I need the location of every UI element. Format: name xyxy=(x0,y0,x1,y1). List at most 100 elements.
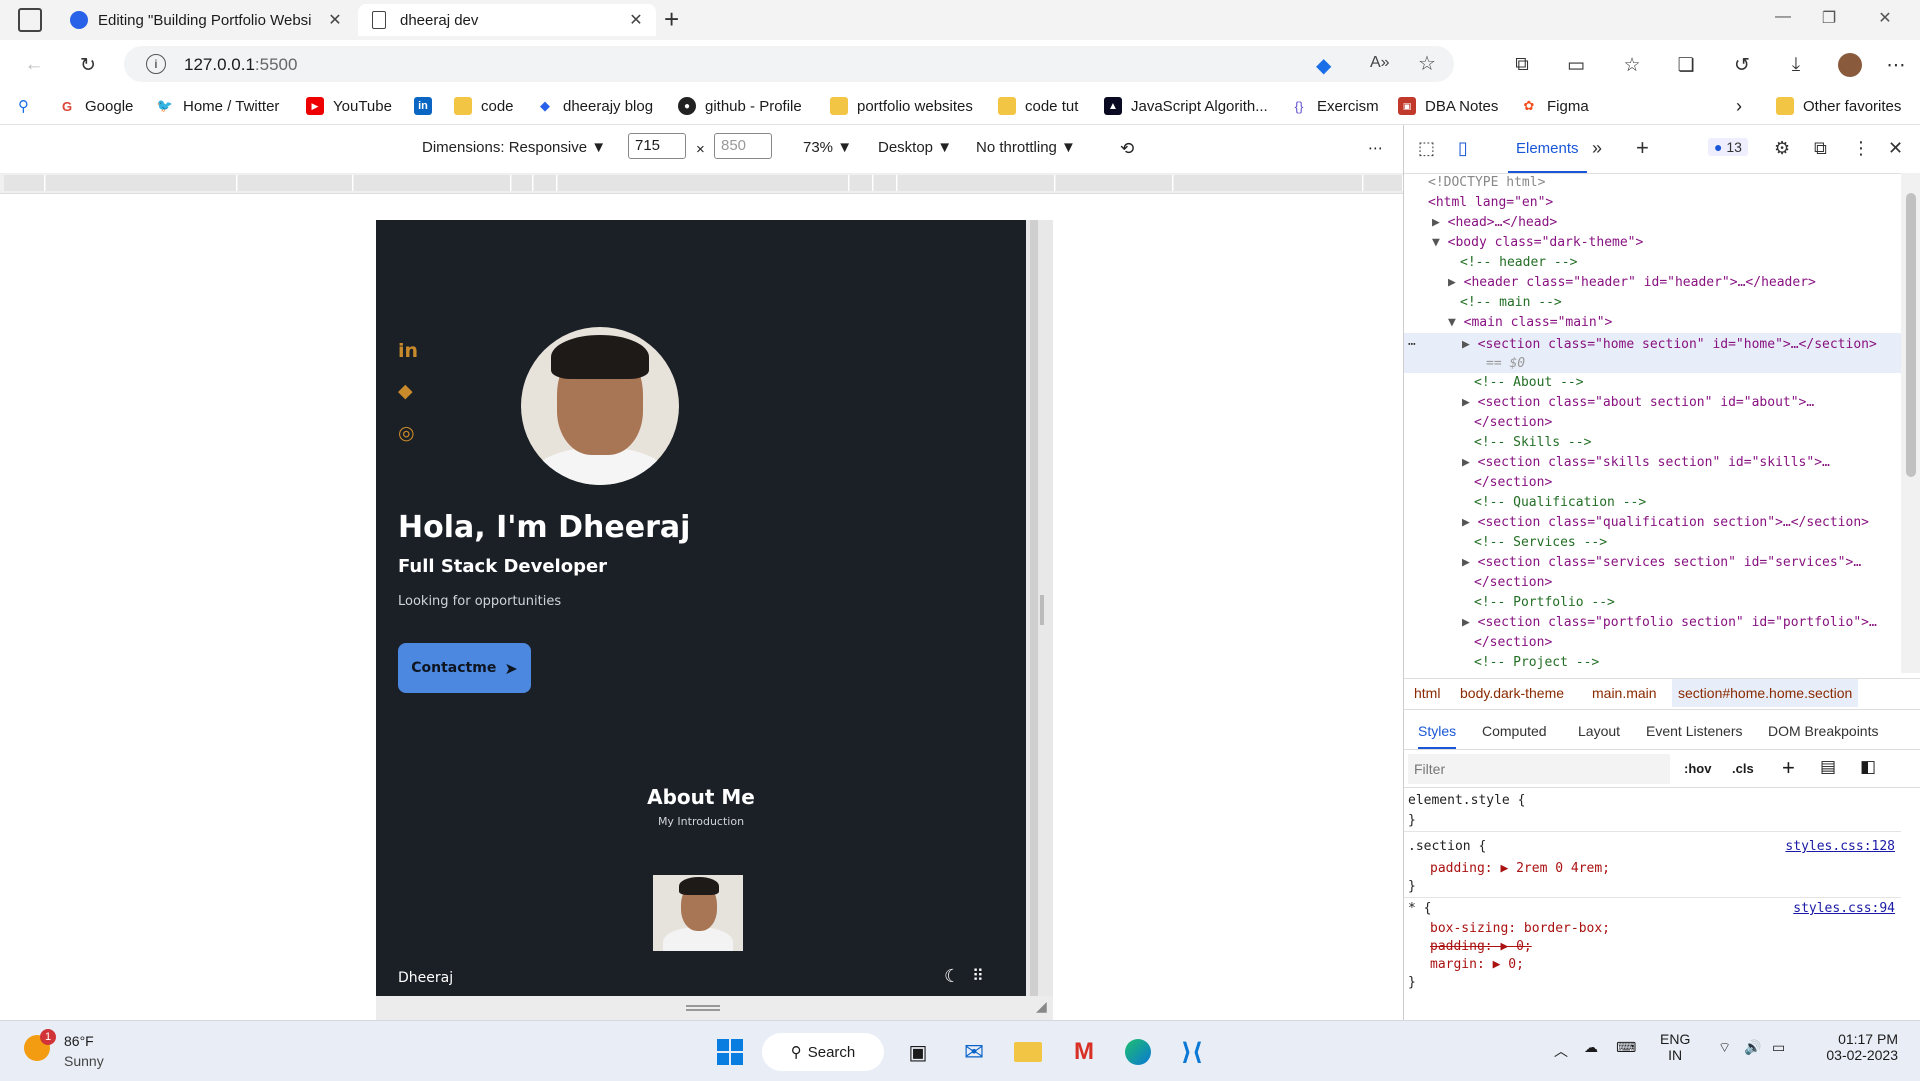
more-actions-icon[interactable]: ⋯ xyxy=(1408,337,1416,352)
bookmark-exercism[interactable]: {} Exercism xyxy=(1290,94,1379,118)
more-options-icon[interactable]: ⋯ xyxy=(1368,139,1383,157)
windows-start-icon[interactable] xyxy=(712,1034,748,1070)
margin-declaration[interactable]: margin: ▶ 0; xyxy=(1430,957,1524,972)
add-tab-icon[interactable]: + xyxy=(1636,135,1649,161)
dom-line[interactable]: <!-- Skills --> xyxy=(1474,435,1591,450)
inspect-icon[interactable]: ⬚ xyxy=(1418,138,1435,159)
bookmark-portfolio-websites[interactable]: portfolio websites xyxy=(830,94,973,118)
shopping-tag-icon[interactable]: ◆ xyxy=(1316,53,1331,78)
dom-line[interactable]: </section> xyxy=(1474,415,1552,430)
device-toggle-icon[interactable]: ▯ xyxy=(1458,138,1468,159)
close-icon[interactable]: ✕ xyxy=(626,10,646,30)
expand-arrow-icon[interactable]: ▶ xyxy=(1432,215,1440,230)
profile-avatar[interactable] xyxy=(1836,51,1864,79)
padding-declaration[interactable]: padding: ▶ 2rem 0 4rem; xyxy=(1430,861,1610,876)
height-input[interactable]: 850 xyxy=(714,133,772,159)
close-window-icon[interactable]: ✕ xyxy=(1862,8,1908,28)
back-icon[interactable]: ← xyxy=(20,51,48,79)
dom-line[interactable]: ▶ <head>…</head> xyxy=(1432,215,1557,230)
issues-badge[interactable]: ● 13 xyxy=(1708,138,1748,156)
tray-overflow-icon[interactable]: ︿ xyxy=(1554,1041,1568,1061)
tab-styles[interactable]: Styles xyxy=(1418,723,1457,749)
dom-line[interactable]: <!-- Project --> xyxy=(1474,655,1599,670)
url-text[interactable]: 127.0.0.1:5500 xyxy=(184,55,297,75)
more-menu-icon[interactable]: ⋯ xyxy=(1882,51,1910,79)
sidebar-toggle-icon[interactable]: ◧ xyxy=(1860,757,1876,777)
taskbar-search[interactable]: ⚲ Search xyxy=(762,1033,884,1071)
grid-menu-icon[interactable]: ⠿ xyxy=(972,966,984,985)
dom-line[interactable]: ▶ <section class="services section" id="… xyxy=(1462,555,1861,570)
dom-line[interactable]: ▶ <section class="skills section" id="sk… xyxy=(1462,455,1830,470)
gmail-icon[interactable]: M xyxy=(1066,1034,1102,1070)
language-indicator[interactable]: ENG IN xyxy=(1660,1031,1690,1063)
dom-line[interactable]: ▶ <section class="about section" id="abo… xyxy=(1462,395,1814,410)
expand-arrow-icon[interactable]: ▶ xyxy=(1462,395,1470,410)
throttling-select[interactable]: No throttling ▼ xyxy=(976,139,1076,156)
paint-icon[interactable]: ▤ xyxy=(1820,757,1836,777)
bookmark-dba-notes[interactable]: ▣ DBA Notes xyxy=(1398,94,1498,118)
dom-line[interactable]: ▶ <section class="portfolio section" id=… xyxy=(1462,615,1877,630)
dom-line[interactable]: <html lang="en"> xyxy=(1428,195,1553,210)
clock[interactable]: 01:17 PM 03-02-2023 xyxy=(1810,1031,1898,1063)
address-bar[interactable]: i 127.0.0.1:5500 ◆ A» ☆ xyxy=(124,46,1454,82)
tab-layout[interactable]: Layout xyxy=(1578,723,1620,739)
bookmark-linkedin[interactable]: in xyxy=(414,94,441,118)
keyboard-icon[interactable]: ⌨ xyxy=(1616,1039,1636,1056)
bookmark-code-tut[interactable]: code tut xyxy=(998,94,1078,118)
tab-computed[interactable]: Computed xyxy=(1482,723,1547,739)
github-icon[interactable]: ◎ xyxy=(398,422,415,444)
cls-toggle[interactable]: .cls xyxy=(1732,761,1754,776)
dom-line[interactable]: ▶ <section class="qualification section"… xyxy=(1462,515,1869,530)
tab-elements[interactable]: Elements xyxy=(1508,125,1587,173)
dom-scrollbar[interactable] xyxy=(1901,173,1920,673)
resize-corner-icon[interactable]: ◢ xyxy=(1036,998,1047,1015)
restore-icon[interactable]: ❐ xyxy=(1806,8,1852,28)
dimensions-select[interactable]: Dimensions: Responsive ▼ xyxy=(422,139,606,156)
expand-arrow-icon[interactable]: ▶ xyxy=(1462,515,1470,530)
expand-arrow-icon[interactable]: ▶ xyxy=(1462,455,1470,470)
padding-overridden-declaration[interactable]: padding: ▶ 0; xyxy=(1430,939,1532,954)
device-select[interactable]: Desktop ▼ xyxy=(878,139,952,156)
universal-source-link[interactable]: styles.css:94 xyxy=(1793,901,1895,916)
more-tabs-icon[interactable]: » xyxy=(1592,138,1602,159)
bookmark-javascript-algorithms[interactable]: ▲ JavaScript Algorith... xyxy=(1104,94,1268,118)
collapse-arrow-icon[interactable]: ▼ xyxy=(1448,315,1456,330)
section-selector[interactable]: .section { xyxy=(1408,839,1486,854)
dom-line-selected[interactable]: ▶ <section class="home section" id="home… xyxy=(1462,337,1877,352)
dom-line[interactable]: </section> xyxy=(1474,635,1552,650)
resize-handle-bottom[interactable]: ◢ xyxy=(376,996,1053,1020)
extensions-icon[interactable]: ⧉ xyxy=(1508,51,1536,79)
minimize-icon[interactable]: — xyxy=(1760,8,1806,26)
downloads-icon[interactable]: ⤓ xyxy=(1782,51,1810,79)
tab-dom-breakpoints[interactable]: DOM Breakpoints xyxy=(1768,723,1878,739)
blog-icon[interactable]: ◆ xyxy=(398,380,413,402)
styles-filter-input[interactable]: Filter xyxy=(1408,754,1670,784)
dom-line[interactable]: </section> xyxy=(1474,575,1552,590)
collections-icon[interactable]: ❏ xyxy=(1672,51,1700,79)
file-explorer-icon[interactable] xyxy=(1010,1034,1046,1070)
collapse-arrow-icon[interactable]: ▼ xyxy=(1432,235,1440,250)
tab-editing-blog[interactable]: Editing "Building Portfolio Websi ✕ xyxy=(60,4,355,36)
expand-arrow-icon[interactable]: ▶ xyxy=(1462,555,1470,570)
section-source-link[interactable]: styles.css:128 xyxy=(1785,839,1895,854)
favorites-icon[interactable]: ☆ xyxy=(1618,51,1646,79)
settings-gear-icon[interactable]: ⚙ xyxy=(1774,138,1790,159)
new-tab-button[interactable]: + xyxy=(664,4,679,35)
more-options-icon[interactable]: ⋮ xyxy=(1852,138,1870,159)
customize-icon[interactable]: ⧉ xyxy=(1814,138,1827,159)
breadcrumb-html[interactable]: html xyxy=(1414,685,1440,701)
history-icon[interactable]: ↺ xyxy=(1728,51,1756,79)
bookmark-twitter[interactable]: 🐦 Home / Twitter xyxy=(156,94,280,118)
dom-line[interactable]: <!-- About --> xyxy=(1474,375,1584,390)
expand-arrow-icon[interactable]: ▶ xyxy=(1448,275,1456,290)
universal-selector[interactable]: * { xyxy=(1408,901,1431,916)
bookmark-youtube[interactable]: ▶ YouTube xyxy=(306,94,392,118)
dom-line[interactable]: </section> xyxy=(1474,475,1552,490)
breadcrumb-main[interactable]: main.main xyxy=(1592,685,1657,701)
tab-dheeraj-dev[interactable]: dheeraj dev ✕ xyxy=(358,4,656,36)
moon-icon[interactable]: ☾ xyxy=(944,966,960,987)
linkedin-icon[interactable]: in xyxy=(398,340,418,362)
element-style-selector[interactable]: element.style { xyxy=(1408,793,1525,808)
breadcrumb-body[interactable]: body.dark-theme xyxy=(1460,685,1564,701)
expand-arrow-icon[interactable]: ▶ xyxy=(1462,337,1470,352)
